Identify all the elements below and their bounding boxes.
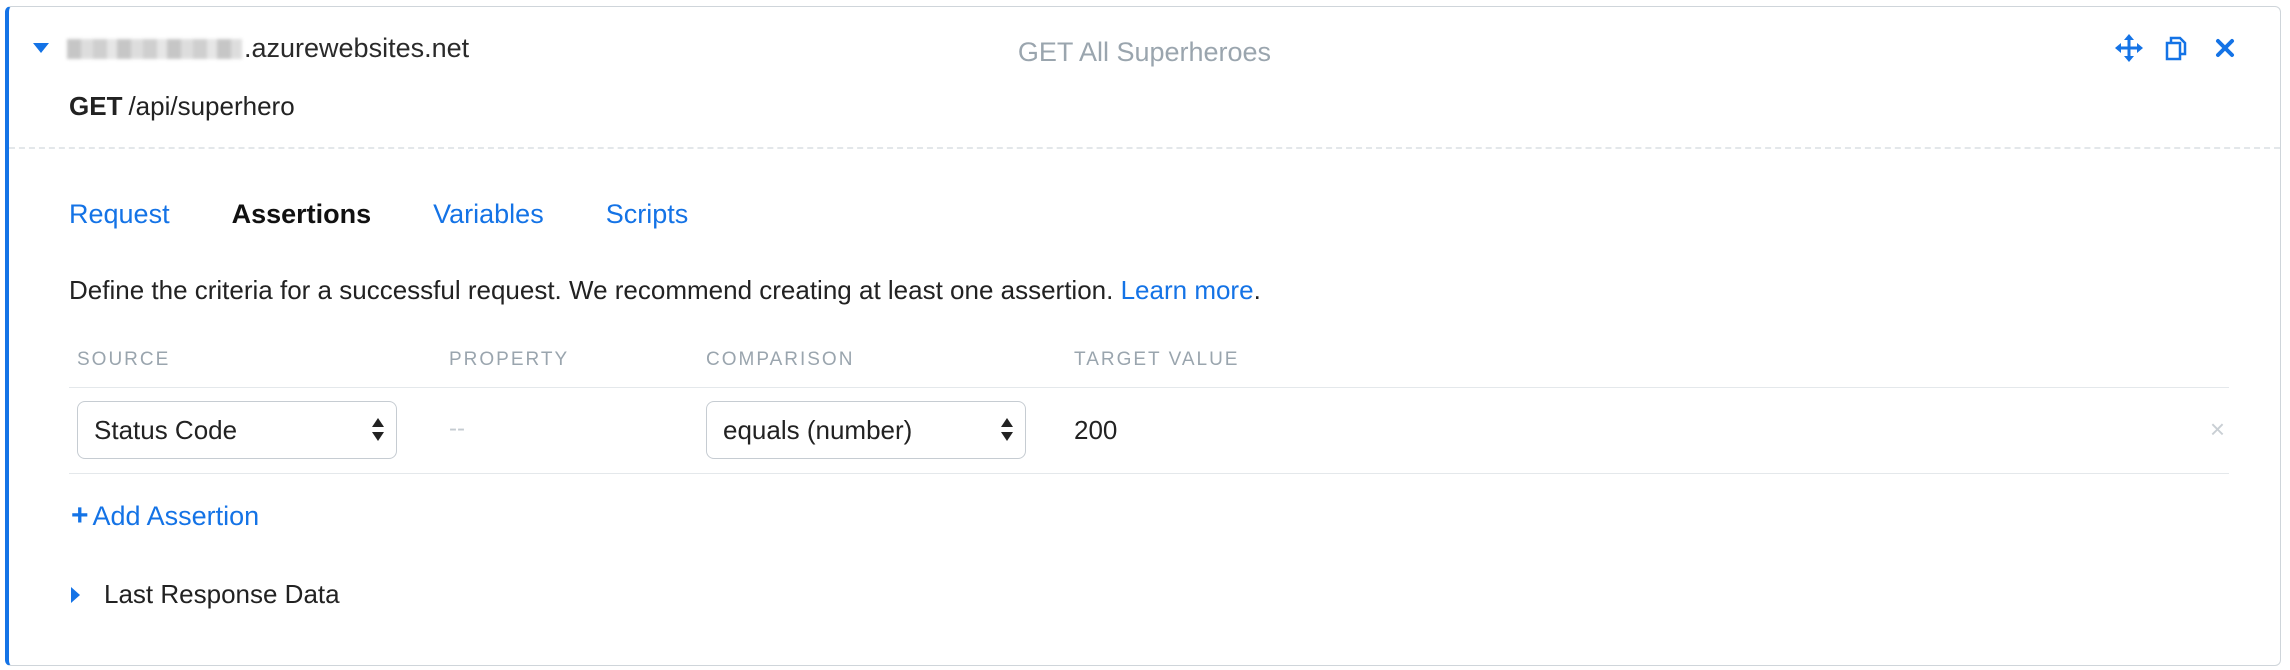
comparison-select-value: equals (number) xyxy=(723,415,913,445)
comparison-select[interactable]: equals (number) xyxy=(706,401,1026,459)
property-placeholder: -- xyxy=(449,415,465,442)
tab-request[interactable]: Request xyxy=(69,199,170,230)
assertions-table-header: SOURCE PROPERTY COMPARISON TARGET VALUE xyxy=(69,345,2229,388)
last-response-toggle[interactable]: Last Response Data xyxy=(71,579,340,610)
select-arrows-icon xyxy=(1001,416,1013,444)
column-header-source: SOURCE xyxy=(77,349,171,370)
http-method: GET xyxy=(69,91,123,121)
duplicate-icon[interactable] xyxy=(2162,33,2192,63)
tab-variables[interactable]: Variables xyxy=(433,199,544,230)
column-header-property: PROPERTY xyxy=(449,349,570,370)
move-icon[interactable] xyxy=(2114,33,2144,63)
step-actions xyxy=(2114,33,2240,63)
source-select-value: Status Code xyxy=(94,415,238,445)
add-assertion-label: Add Assertion xyxy=(92,500,260,531)
tab-assertions[interactable]: Assertions xyxy=(232,199,372,230)
step-title[interactable]: GET All Superheroes xyxy=(9,37,2280,68)
column-header-comparison: COMPARISON xyxy=(706,349,855,370)
assertions-description: Define the criteria for a successful req… xyxy=(69,275,1261,305)
step-header: .azurewebsites.net GET All Superheroes G… xyxy=(9,7,2280,149)
expand-caret-icon xyxy=(71,586,80,603)
plus-icon: + xyxy=(71,499,89,532)
request-line: GET/api/superhero xyxy=(69,91,295,122)
remove-assertion-icon[interactable]: × xyxy=(2210,414,2225,445)
source-select[interactable]: Status Code xyxy=(77,401,397,459)
tab-scripts[interactable]: Scripts xyxy=(606,199,689,230)
description-text: Define the criteria for a successful req… xyxy=(69,275,1114,305)
assertion-row: Status Code -- equals (number) 200 × xyxy=(69,388,2229,474)
add-assertion-button[interactable]: + Add Assertion xyxy=(71,499,259,533)
select-arrows-icon xyxy=(372,416,384,444)
learn-more-link[interactable]: Learn more xyxy=(1121,275,1254,305)
column-header-target-value: TARGET VALUE xyxy=(1074,349,1240,370)
request-path: /api/superhero xyxy=(128,91,295,121)
close-icon[interactable] xyxy=(2210,33,2240,63)
request-step-card: .azurewebsites.net GET All Superheroes G… xyxy=(5,6,2281,666)
last-response-label: Last Response Data xyxy=(104,579,340,609)
target-value-input[interactable]: 200 xyxy=(1074,415,1117,446)
step-tabs: Request Assertions Variables Scripts xyxy=(69,199,750,230)
